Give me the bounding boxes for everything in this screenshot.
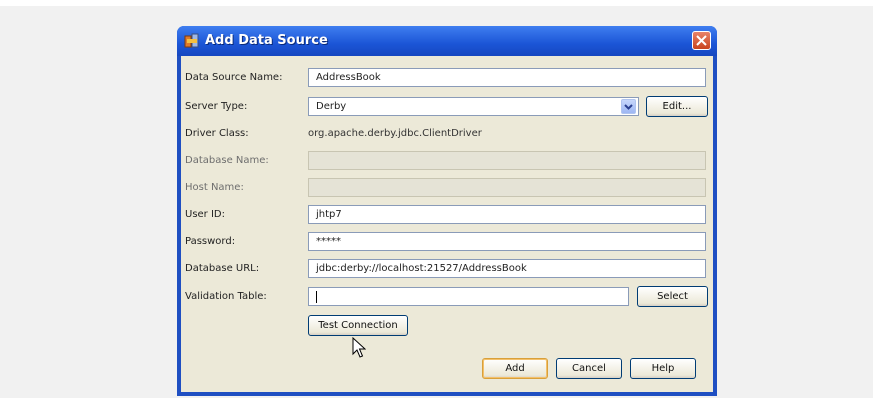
validation-table-label: Validation Table: (185, 291, 267, 302)
select-table-button[interactable]: Select (637, 286, 708, 307)
server-type-dropdown-button[interactable] (621, 99, 636, 114)
add-data-source-dialog: Add Data Source Data Source Name: Addres… (177, 26, 717, 396)
add-button[interactable]: Add (482, 358, 548, 379)
test-connection-button[interactable]: Test Connection (308, 315, 408, 336)
text-caret (316, 291, 317, 303)
title-bar: Add Data Source (177, 26, 717, 56)
server-type-select[interactable]: Derby (308, 97, 639, 116)
mouse-pointer-icon (352, 337, 366, 358)
server-type-value: Derby (316, 101, 347, 112)
help-button[interactable]: Help (630, 358, 696, 379)
validation-table-field[interactable] (308, 287, 629, 306)
dialog-title: Add Data Source (205, 33, 328, 48)
database-url-label: Database URL: (185, 263, 260, 274)
database-name-field[interactable] (308, 151, 706, 170)
database-url-field[interactable]: jdbc:derby://localhost:21527/AddressBook (308, 259, 706, 278)
cancel-button[interactable]: Cancel (556, 358, 622, 379)
driver-class-label: Driver Class: (185, 128, 249, 139)
dialog-body: Data Source Name: AddressBook Server Typ… (181, 56, 713, 392)
database-name-label: Database Name: (185, 155, 269, 166)
close-icon (696, 35, 707, 46)
app-icon (184, 33, 199, 48)
edit-server-type-button[interactable]: Edit... (646, 96, 708, 117)
data-source-name-label: Data Source Name: (185, 72, 283, 83)
driver-class-value: org.apache.derby.jdbc.ClientDriver (308, 128, 482, 139)
host-name-field[interactable] (308, 178, 706, 197)
password-field[interactable]: ***** (308, 232, 706, 251)
close-button[interactable] (692, 31, 711, 50)
data-source-name-field[interactable]: AddressBook (308, 68, 706, 87)
server-type-label: Server Type: (185, 101, 248, 112)
password-label: Password: (185, 236, 236, 247)
user-id-label: User ID: (185, 209, 225, 220)
host-name-label: Host Name: (185, 182, 244, 193)
user-id-field[interactable]: jhtp7 (308, 205, 706, 224)
chevron-down-icon (624, 104, 633, 110)
